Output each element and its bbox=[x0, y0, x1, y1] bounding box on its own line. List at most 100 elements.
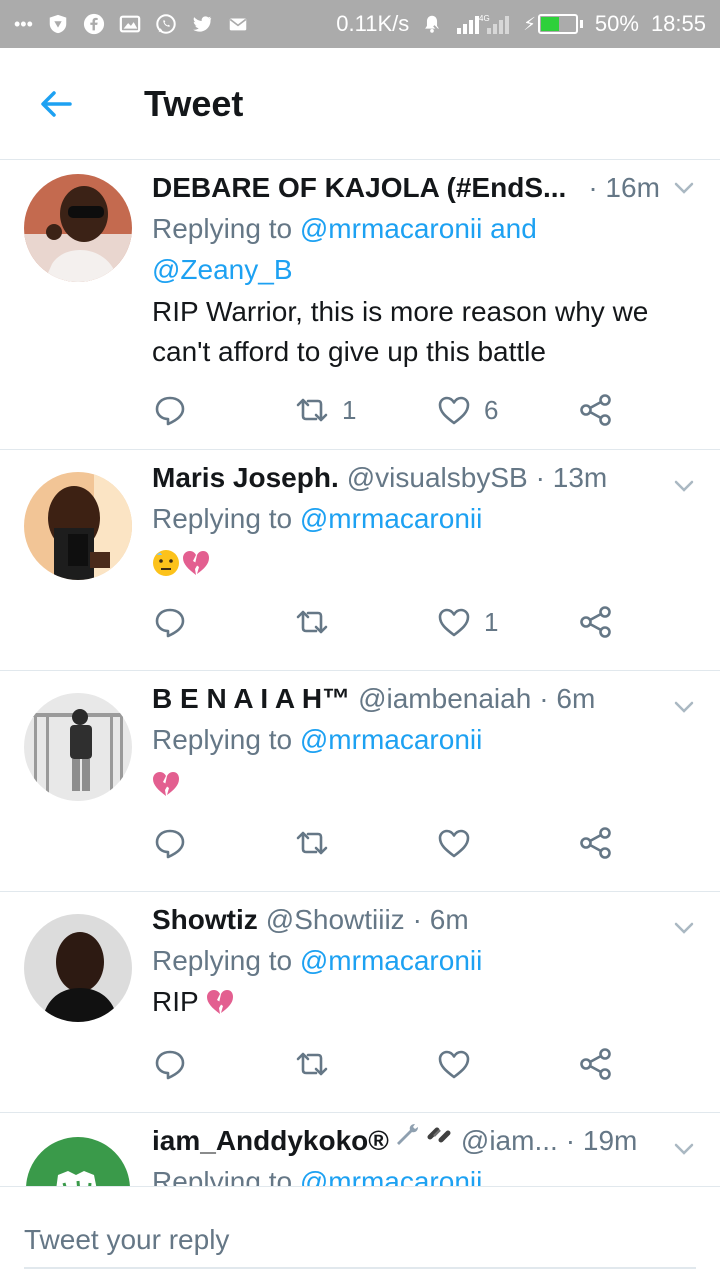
reply-button[interactable] bbox=[152, 825, 188, 861]
tweet-time: · 19m bbox=[565, 1125, 638, 1156]
broken-heart-emoji-icon bbox=[183, 551, 209, 575]
tweet-text bbox=[152, 764, 672, 804]
retweet-button[interactable] bbox=[294, 825, 330, 861]
retweet-icon bbox=[296, 398, 328, 422]
tweet-time: · 16m bbox=[588, 172, 660, 203]
retweet-icon bbox=[296, 610, 328, 634]
battery-icon: ⚡ bbox=[523, 14, 583, 35]
heart-icon bbox=[438, 608, 470, 637]
author-handle[interactable]: @visualsbySB bbox=[347, 458, 528, 498]
retweet-button[interactable] bbox=[294, 604, 342, 640]
tweet-text bbox=[152, 543, 672, 583]
tweet-time: · 6m bbox=[539, 683, 596, 714]
author-handle[interactable]: @iambenaiah bbox=[358, 679, 531, 719]
alarm-off-icon bbox=[421, 13, 443, 35]
chevron-down-icon bbox=[674, 182, 694, 194]
tweet-item[interactable]: DEBARE OF KAJOLA (#EndS... · 16m Replyin… bbox=[0, 160, 720, 450]
mention-link[interactable]: @mrmacaronii bbox=[300, 503, 482, 534]
vpn-shield-icon bbox=[47, 13, 69, 35]
replying-to: Replying to @mrmacaronii and @Zeany_B bbox=[152, 213, 537, 285]
retweet-icon bbox=[296, 1052, 328, 1076]
tweet-menu-button[interactable] bbox=[670, 1135, 698, 1163]
like-button[interactable] bbox=[436, 825, 472, 861]
avatar[interactable] bbox=[24, 693, 132, 801]
avatar[interactable] bbox=[24, 1135, 132, 1186]
tweet-item[interactable]: Showtiz @Showtiiiz · 6m Replying to @mrm… bbox=[0, 892, 720, 1113]
like-button[interactable]: 6 bbox=[436, 392, 498, 428]
share-icon bbox=[580, 606, 611, 638]
share-icon bbox=[580, 827, 611, 859]
author-name[interactable]: DEBARE OF KAJOLA (#EndS... bbox=[152, 168, 566, 208]
reply-button[interactable] bbox=[152, 1046, 188, 1082]
battery-percent: 50% bbox=[594, 11, 639, 36]
clock: 18:55 bbox=[650, 11, 706, 36]
battery-fill bbox=[540, 17, 559, 31]
network-speed: 0.11K/s bbox=[336, 11, 410, 36]
retweet-button[interactable]: 1 bbox=[294, 392, 356, 428]
like-count: 6 bbox=[484, 394, 499, 425]
back-button[interactable] bbox=[0, 48, 112, 160]
reply-icon bbox=[155, 829, 185, 859]
replying-to: Replying to @mrmacaronii bbox=[152, 1161, 672, 1186]
facebook-icon bbox=[83, 13, 105, 35]
broken-heart-emoji-icon bbox=[206, 990, 233, 1014]
author-name[interactable]: Showtiz bbox=[152, 900, 258, 940]
mention-link[interactable]: @mrmacaronii bbox=[300, 945, 482, 976]
share-icon bbox=[580, 394, 611, 426]
tweet-item[interactable]: B E N A I A H™ @iambenaiah · 6m Replying… bbox=[0, 671, 720, 892]
share-button[interactable] bbox=[578, 392, 614, 428]
reply-icon bbox=[155, 1050, 185, 1080]
chevron-down-icon bbox=[674, 922, 694, 934]
reply-button[interactable] bbox=[152, 604, 188, 640]
app-header: Tweet bbox=[0, 48, 720, 160]
tweet-time: · 13m bbox=[535, 462, 608, 493]
broken-heart-emoji-icon bbox=[153, 772, 179, 796]
twitter-icon bbox=[191, 13, 213, 35]
like-button[interactable] bbox=[436, 1046, 472, 1082]
author-handle[interactable]: @iam... bbox=[461, 1121, 558, 1161]
author-name[interactable]: B E N A I A H™ bbox=[152, 679, 350, 719]
retweet-count: 1 bbox=[342, 394, 357, 425]
retweet-button[interactable] bbox=[294, 1046, 330, 1082]
like-count: 1 bbox=[484, 606, 499, 637]
more-notifications-icon: ••• bbox=[14, 13, 33, 34]
author-handle[interactable]: @Showtiiiz bbox=[266, 900, 405, 940]
author-name[interactable]: iam_Anddykoko® bbox=[152, 1121, 389, 1161]
tweet-menu-button[interactable] bbox=[670, 174, 698, 202]
avatar[interactable] bbox=[24, 174, 132, 282]
avatar[interactable] bbox=[24, 472, 132, 580]
whatsapp-icon bbox=[155, 13, 177, 35]
reply-input[interactable] bbox=[24, 1213, 696, 1269]
mention-link[interactable]: @mrmacaronii bbox=[300, 1166, 482, 1186]
reply-button[interactable] bbox=[152, 392, 188, 428]
tweet-item[interactable]: iam_Anddykoko® @iam... · 19m Replying to… bbox=[0, 1113, 720, 1186]
reply-icon bbox=[155, 396, 185, 426]
signal-4g-icon: 4G bbox=[455, 13, 511, 35]
share-icon bbox=[580, 1048, 611, 1080]
avatar[interactable] bbox=[24, 914, 132, 1022]
author-name[interactable]: Maris Joseph. bbox=[152, 458, 339, 498]
share-button[interactable] bbox=[578, 825, 614, 861]
tweet-menu-button[interactable] bbox=[670, 472, 698, 500]
retweet-icon bbox=[296, 831, 328, 855]
dumbbell-emoji-icon bbox=[425, 1121, 453, 1161]
replying-to: Replying to @mrmacaronii bbox=[152, 724, 483, 755]
tweet-menu-button[interactable] bbox=[670, 693, 698, 721]
tweet-menu-button[interactable] bbox=[670, 914, 698, 942]
replying-to: Replying to @mrmacaronii bbox=[152, 503, 483, 534]
chevron-down-icon bbox=[674, 1143, 694, 1155]
mention-link[interactable]: @mrmacaronii bbox=[300, 724, 482, 755]
share-button[interactable] bbox=[578, 604, 614, 640]
chevron-down-icon bbox=[674, 701, 694, 713]
page-title: Tweet bbox=[144, 82, 244, 124]
replies-list[interactable]: DEBARE OF KAJOLA (#EndS... · 16m Replyin… bbox=[0, 160, 720, 1186]
tweet-text: RIP Warrior, this is more reason why we … bbox=[152, 296, 649, 367]
wrench-emoji-icon bbox=[393, 1121, 421, 1161]
share-button[interactable] bbox=[578, 1046, 614, 1082]
tweet-item[interactable]: Maris Joseph. @visualsbySB · 13m Replyin… bbox=[0, 450, 720, 671]
email-icon bbox=[227, 13, 249, 35]
reply-composer bbox=[0, 1186, 720, 1280]
heart-icon bbox=[438, 396, 470, 425]
chevron-down-icon bbox=[674, 480, 694, 492]
like-button[interactable]: 1 bbox=[436, 604, 498, 640]
